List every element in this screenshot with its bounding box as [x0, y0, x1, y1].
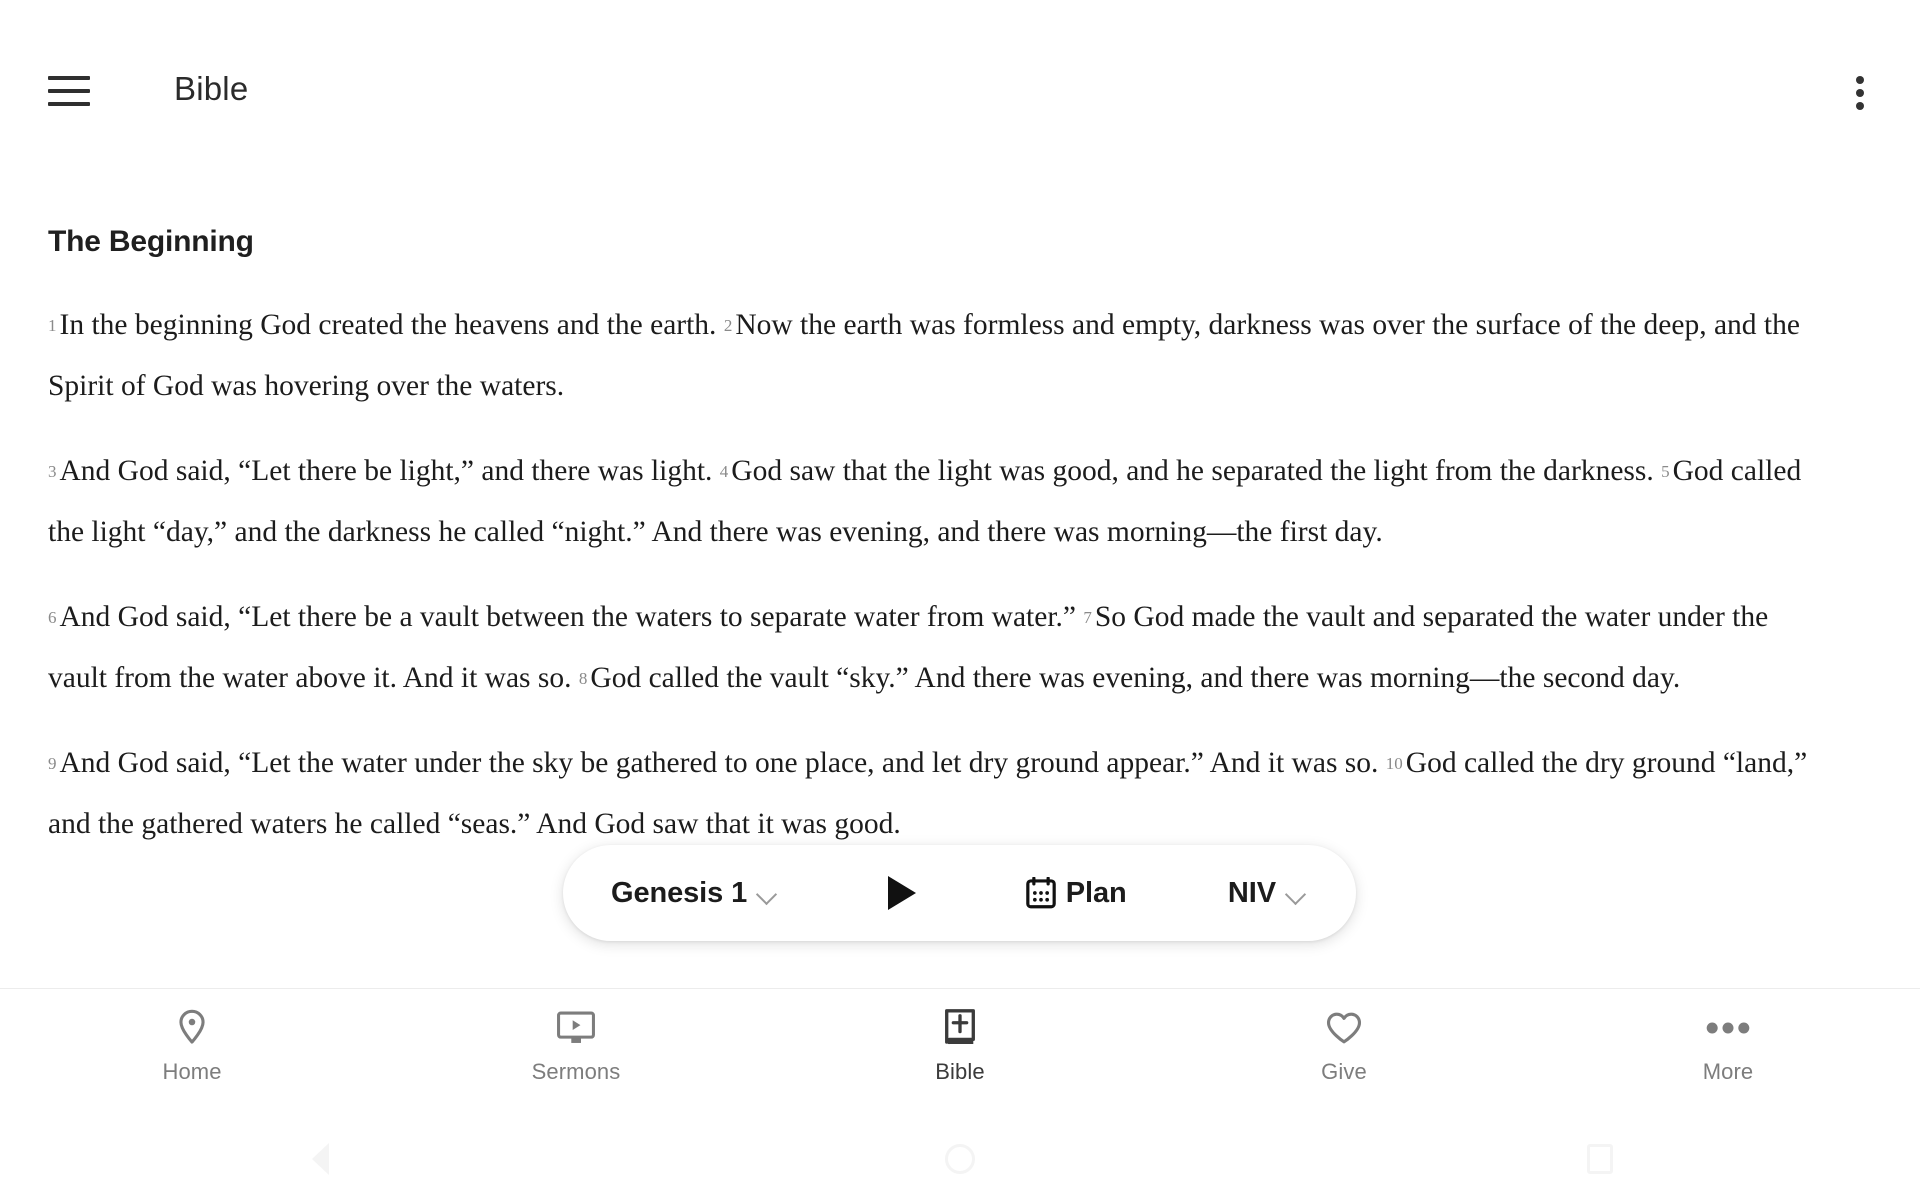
bottom-navigation-bar: Home Sermons Bible Give More	[0, 988, 1920, 1118]
android-home-button[interactable]	[640, 1144, 1280, 1174]
nav-item-label: More	[1702, 1059, 1754, 1084]
version-selector[interactable]: NIV	[1228, 877, 1308, 910]
section-heading: The Beginning	[48, 225, 254, 258]
verse-number: 4	[719, 462, 729, 481]
calendar-icon	[1025, 876, 1056, 909]
android-system-navigation-bar	[0, 1118, 1920, 1200]
nav-item-give[interactable]: Give	[1152, 1007, 1536, 1085]
verse-number: 7	[1083, 608, 1092, 627]
verse-paragraph: 1 In the beginning God created the heaven…	[48, 295, 1830, 417]
verse-number: 6	[48, 608, 57, 627]
plan-button[interactable]: Plan	[1025, 876, 1127, 910]
verse-text: In the beginning God created the heavens…	[59, 309, 717, 341]
bible-book-icon	[942, 1007, 978, 1049]
android-recents-icon	[1587, 1144, 1613, 1174]
android-home-icon	[945, 1144, 975, 1174]
verse-number: 10	[1385, 754, 1403, 773]
location-pin-icon	[175, 1007, 209, 1049]
verse-number: 5	[1661, 462, 1670, 481]
chevron-down-icon	[757, 887, 779, 900]
verse-number: 8	[578, 669, 588, 688]
video-monitor-icon	[556, 1007, 596, 1049]
verse-paragraph: 6 And God said, “Let there be a vault bet…	[48, 587, 1830, 709]
nav-item-more[interactable]: More	[1536, 1007, 1920, 1085]
verse-number: 2	[723, 316, 733, 335]
android-back-button[interactable]	[0, 1143, 640, 1175]
android-recents-button[interactable]	[1280, 1144, 1920, 1174]
verse-text: God saw that the light was good, and he …	[731, 455, 1654, 487]
nav-item-label: Give	[1321, 1059, 1367, 1084]
verse-text: And God said, “Let there be light,” and …	[59, 455, 713, 487]
verse-paragraph: 3 And God said, “Let there be light,” and…	[48, 441, 1830, 563]
verse-number: 9	[48, 754, 57, 773]
chevron-down-icon	[1286, 887, 1308, 900]
chapter-selector[interactable]: Genesis 1	[611, 877, 779, 910]
verse-number: 1	[48, 316, 57, 335]
nav-item-label: Bible	[935, 1059, 985, 1084]
verse-paragraph: 9 And God said, “Let the water under the …	[48, 733, 1830, 855]
verse-number: 3	[48, 462, 57, 481]
scripture-reader[interactable]: The Beginning 1 In the beginning God crea…	[0, 0, 1920, 988]
version-selector-label: NIV	[1227, 876, 1276, 909]
verse-text: And God said, “Let the water under the s…	[59, 747, 1379, 779]
reader-control-pill: Genesis 1 Plan NIV	[563, 845, 1356, 941]
chapter-selector-label: Genesis 1	[611, 876, 748, 909]
verse-text: And God said, “Let there be a vault betw…	[59, 601, 1077, 633]
android-back-icon	[311, 1143, 329, 1175]
nav-item-label: Home	[162, 1059, 222, 1084]
more-horizontal-icon	[1706, 1007, 1750, 1049]
verse-text: God called the vault “sky.” And there wa…	[590, 662, 1681, 694]
nav-item-bible[interactable]: Bible	[768, 1007, 1152, 1085]
play-icon[interactable]	[880, 870, 924, 916]
nav-item-home[interactable]: Home	[0, 1007, 384, 1085]
heart-icon	[1325, 1007, 1363, 1049]
plan-button-label: Plan	[1065, 876, 1127, 909]
play-triangle	[888, 876, 917, 910]
nav-item-label: Sermons	[531, 1059, 621, 1084]
nav-item-sermons[interactable]: Sermons	[384, 1007, 768, 1085]
